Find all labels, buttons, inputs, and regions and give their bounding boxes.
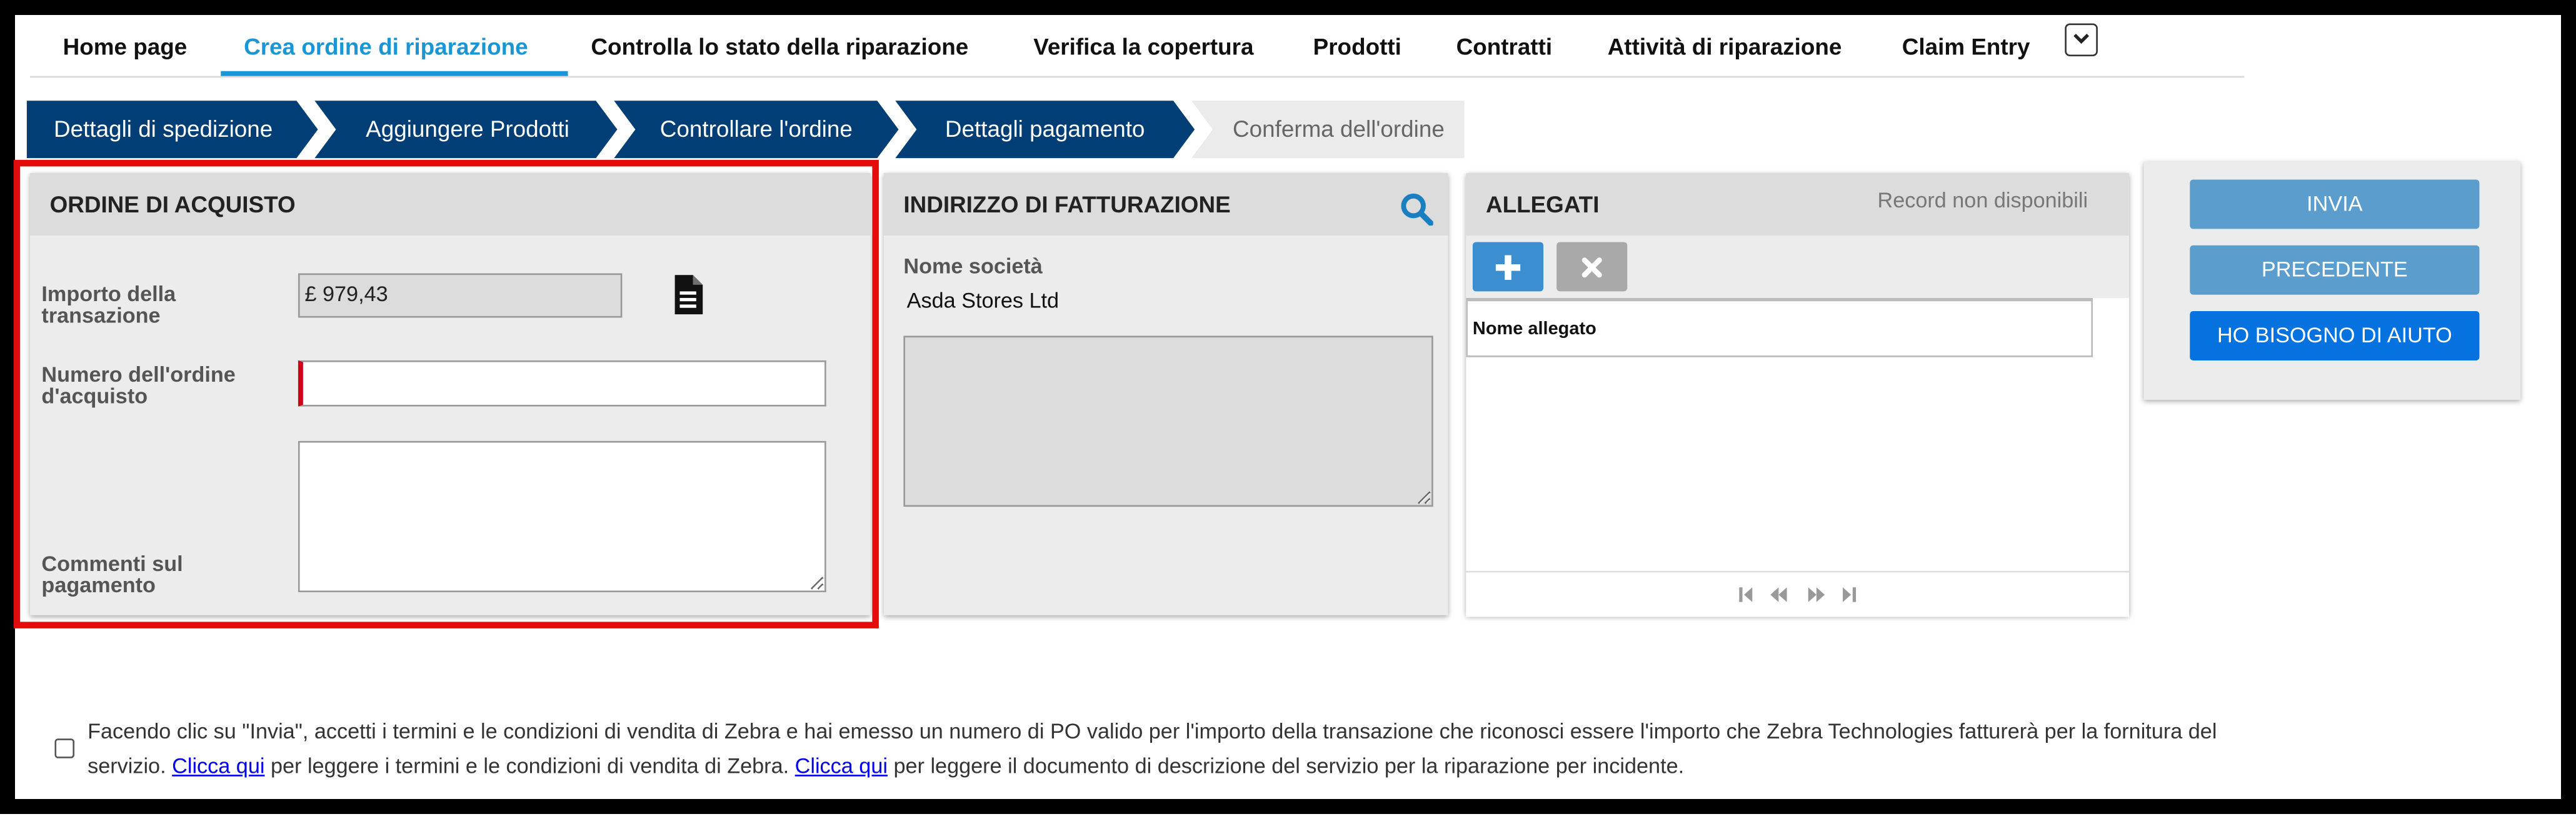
page: Home page Crea ordine di riparazione Con… — [13, 23, 2530, 819]
terms-text: Facendo clic su "Invia", accetti i termi… — [88, 714, 2218, 783]
document-icon[interactable] — [673, 275, 703, 315]
step-shipping-details[interactable]: Dettagli di spedizione — [30, 101, 296, 158]
nav-claim-entry[interactable]: Claim Entry — [1902, 30, 2030, 74]
submit-button[interactable]: INVIA — [2190, 179, 2480, 229]
nav-active-indicator — [221, 71, 568, 76]
terms-text-3: per leggere il documento di descrizione … — [893, 753, 1685, 778]
actions-panel: INVIA PRECEDENTE HO BISOGNO DI AIUTO — [2143, 161, 2521, 400]
terms-link-service[interactable]: Clicca qui — [795, 753, 888, 778]
nav-home[interactable]: Home page — [63, 30, 188, 74]
attachments-pager — [1466, 570, 2129, 617]
step-review-order[interactable]: Controllare l'ordine — [635, 101, 877, 158]
top-nav: Home page Crea ordine di riparazione Con… — [30, 23, 2245, 78]
payment-comments-textarea[interactable] — [298, 440, 826, 593]
first-page-icon[interactable] — [1734, 581, 1757, 609]
search-icon[interactable] — [1400, 193, 1433, 226]
attachments-status: Record non disponibili — [1877, 187, 2088, 213]
screenshot-frame: Home page Crea ordine di riparazione Con… — [0, 0, 2576, 814]
nav-more-button[interactable] — [2065, 23, 2098, 57]
terms-link-sales[interactable]: Clicca qui — [172, 753, 264, 778]
plus-icon — [1495, 255, 1521, 280]
attachments-panel: ALLEGATI Record non disponibili Nome all… — [1466, 172, 2129, 617]
po-number-label: Numero dell'ordine d'acquisto — [41, 362, 236, 409]
step-order-confirmation: Conferma dell'ordine — [1233, 115, 1445, 142]
help-button[interactable]: HO BISOGNO DI AIUTO — [2190, 311, 2480, 360]
nav-check-coverage[interactable]: Verifica la copertura — [1033, 30, 1253, 74]
remove-attachment-button[interactable] — [1556, 242, 1628, 292]
po-number-input[interactable] — [298, 360, 826, 407]
billing-address-title: INDIRIZZO DI FATTURAZIONE — [883, 172, 1448, 236]
add-attachment-button[interactable] — [1472, 242, 1544, 292]
chevron-down-icon — [2073, 34, 2089, 44]
step-add-products[interactable]: Aggiungere Prodotti — [339, 101, 596, 158]
billing-address-textarea[interactable] — [903, 335, 1433, 507]
nav-repair-status[interactable]: Controlla lo stato della riparazione — [591, 30, 968, 74]
last-page-icon[interactable] — [1838, 581, 1861, 609]
purchase-order-panel: ORDINE DI ACQUISTO Importo della transaz… — [30, 172, 871, 615]
previous-button[interactable]: PRECEDENTE — [2190, 245, 2480, 295]
payment-comments-label: Commenti sul pagamento — [41, 551, 183, 597]
nav-products[interactable]: Prodotti — [1313, 30, 1401, 74]
terms-text-2: per leggere i termini e le condizioni di… — [270, 753, 789, 778]
nav-contracts[interactable]: Contratti — [1456, 30, 1552, 74]
terms-checkbox[interactable] — [54, 738, 75, 758]
nav-repair-activities[interactable]: Attività di riparazione — [1608, 30, 1842, 74]
company-name-value: Asda Stores Ltd — [906, 288, 1060, 313]
attachments-column-header[interactable]: Nome allegato — [1466, 297, 2093, 357]
purchase-order-title: ORDINE DI ACQUISTO — [30, 172, 871, 236]
amount-label: Importo della transazione — [41, 281, 176, 328]
nav-create-repair-order[interactable]: Crea ordine di riparazione — [244, 30, 528, 74]
close-icon — [1581, 257, 1602, 278]
previous-page-icon[interactable] — [1767, 581, 1790, 609]
amount-field: £ 979,43 — [298, 273, 623, 318]
company-name-label: Nome società — [903, 253, 1043, 279]
step-payment-details[interactable]: Dettagli pagamento — [916, 101, 1173, 158]
attachments-toolbar — [1466, 235, 2129, 298]
next-page-icon[interactable] — [1803, 581, 1827, 609]
billing-address-panel: INDIRIZZO DI FATTURAZIONE Nome società A… — [883, 172, 1448, 615]
